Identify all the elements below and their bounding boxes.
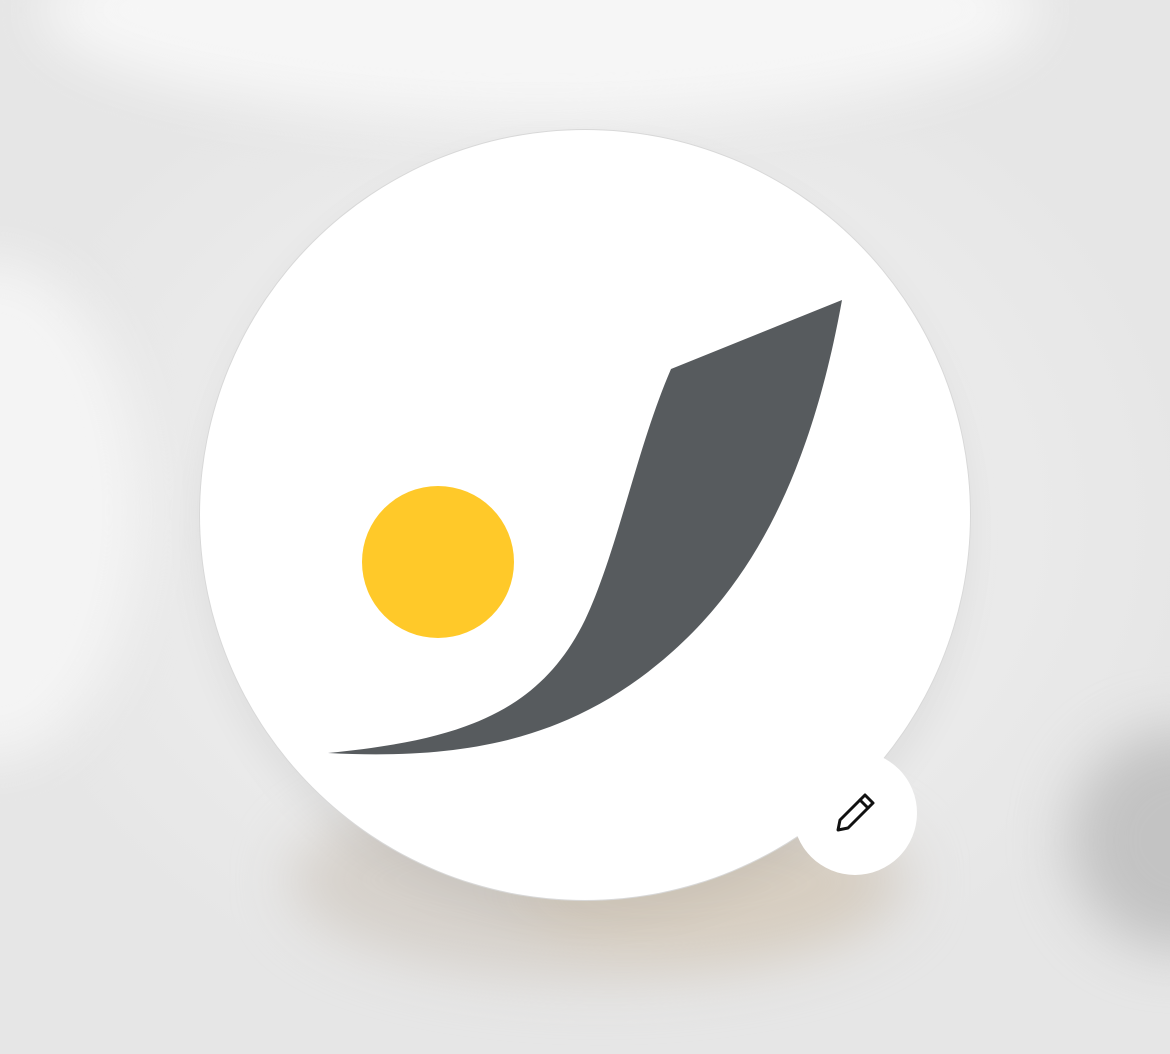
edit-avatar-button[interactable] <box>793 751 917 875</box>
background-dark-shape <box>1070 730 1170 950</box>
background-highlight <box>40 0 1040 120</box>
logo-sun-circle <box>362 486 514 638</box>
pencil-icon <box>836 793 875 832</box>
background-highlight-left <box>0 260 140 760</box>
